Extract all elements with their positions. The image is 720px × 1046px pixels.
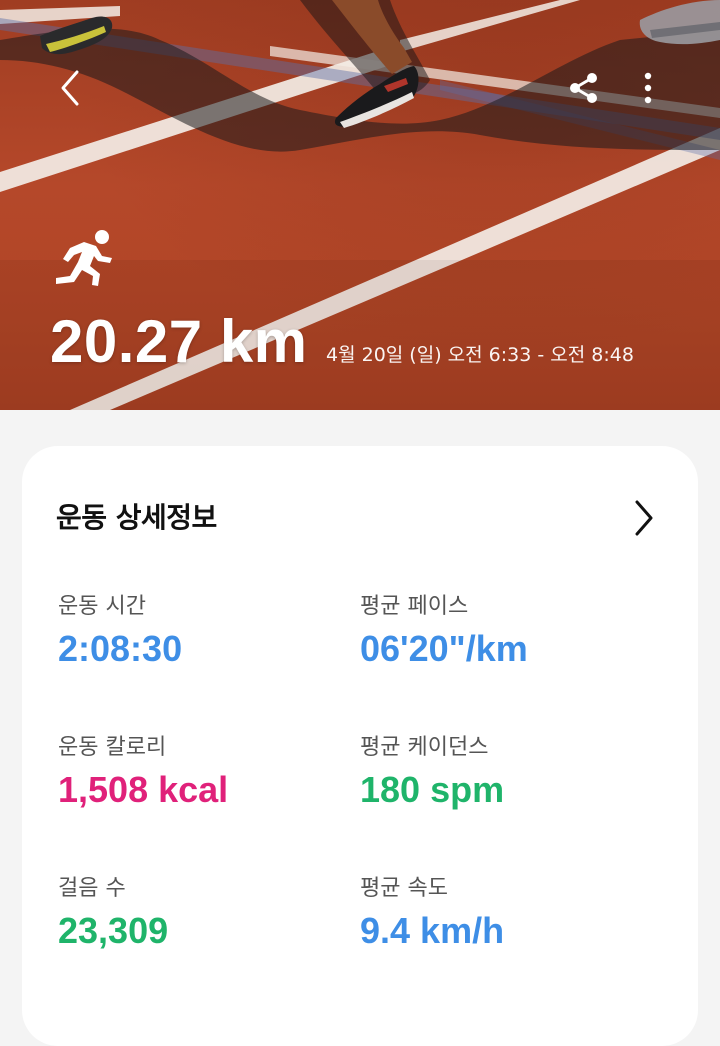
more-options-button[interactable] [622,62,674,114]
workout-details-header[interactable]: 운동 상세정보 [22,486,698,550]
stat-label: 운동 시간 [58,594,146,619]
stat-avg-pace: 평균 페이스 06'20"/km [360,592,660,670]
stat-duration: 운동 시간 2:08:30 [58,592,358,670]
stat-value: 23,309 [58,910,169,951]
stat-value: 9.4 km/h [360,910,505,951]
card-title: 운동 상세정보 [56,501,217,534]
share-icon [570,73,597,103]
workout-datetime: 4월 20일 (일) 오전 6:33 - 오전 8:48 [326,344,634,366]
stat-label: 걸음 수 [58,876,126,901]
workout-hero-image: 20.27 km 4월 20일 (일) 오전 6:33 - 오전 8:48 [0,0,720,410]
more-vert-icon [644,72,652,104]
stat-avg-speed: 평균 속도 9.4 km/h [360,874,660,952]
stat-steps: 걸음 수 23,309 [58,874,358,952]
stat-label: 평균 케이던스 [360,735,489,760]
stat-label: 평균 페이스 [360,594,469,619]
stat-value: 06'20"/km [360,628,528,669]
details-more-button[interactable] [622,492,666,544]
share-button[interactable] [558,62,610,114]
back-icon [61,70,79,106]
stat-label: 평균 속도 [360,876,448,901]
stat-value: 1,508 kcal [58,769,229,810]
total-distance: 20.27 km [50,308,308,375]
stat-value: 180 spm [360,769,505,810]
back-button[interactable] [44,62,96,114]
chevron-right-icon [635,500,653,536]
running-icon [56,230,112,286]
workout-details-card: 운동 상세정보 운동 시간 2:08:30 평균 페이스 06'20"/km 운… [22,446,698,1046]
stat-avg-cadence: 평균 케이던스 180 spm [360,733,660,811]
stat-label: 운동 칼로리 [58,735,167,760]
stat-value: 2:08:30 [58,628,183,669]
stat-calories: 운동 칼로리 1,508 kcal [58,733,358,811]
